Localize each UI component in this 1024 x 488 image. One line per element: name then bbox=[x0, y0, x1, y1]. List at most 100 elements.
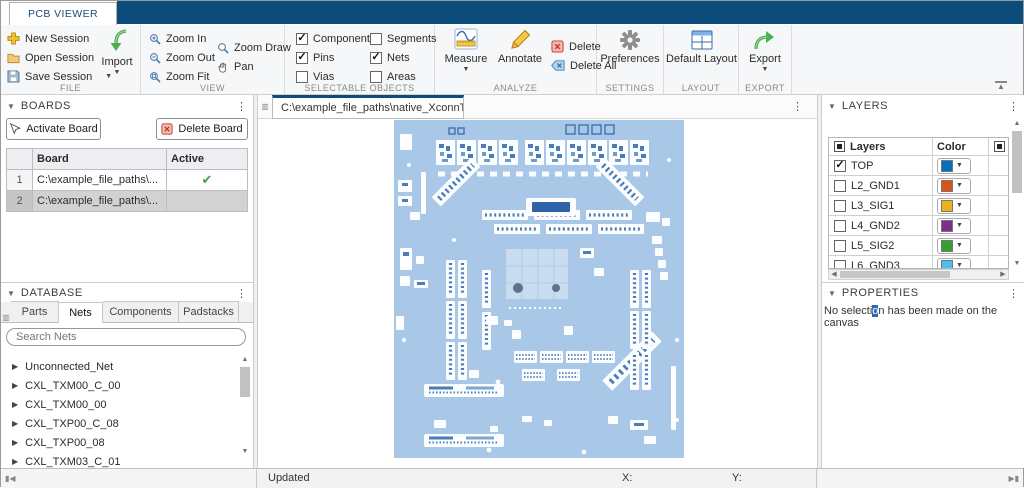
tab-components[interactable]: Components bbox=[103, 301, 179, 322]
canvas-menu-icon[interactable]: ⋮ bbox=[792, 100, 803, 113]
collapse-chevron-icon[interactable]: ▼ bbox=[828, 102, 836, 111]
tab-parts[interactable]: Parts bbox=[11, 301, 59, 322]
layers-menu-icon[interactable]: ⋮ bbox=[1008, 100, 1019, 113]
board-row-2[interactable]: 2 C:\example_file_paths\... bbox=[7, 191, 248, 212]
expand-arrow-icon[interactable]: ▶ bbox=[12, 381, 18, 390]
layers-vscrollbar[interactable]: ▲ ▼ bbox=[1011, 119, 1023, 269]
layer-color-dropdown[interactable]: ▼ bbox=[937, 158, 971, 174]
net-tree-item[interactable]: ▶CXL_TXP00_C_08 bbox=[1, 414, 239, 433]
tab-document[interactable]: C:\example_file_paths\native_XconnTitan bbox=[272, 95, 464, 119]
layer-color-dropdown[interactable]: ▼ bbox=[937, 178, 971, 194]
scroll-left-icon[interactable]: ◀ bbox=[829, 270, 839, 279]
collapse-chevron-icon[interactable]: ▼ bbox=[7, 102, 15, 111]
expand-arrow-icon[interactable]: ▶ bbox=[12, 400, 18, 409]
layer-row-top[interactable]: TOP ▼ bbox=[829, 156, 1008, 176]
scrollbar-thumb[interactable] bbox=[240, 367, 250, 397]
properties-menu-icon[interactable]: ⋮ bbox=[1008, 287, 1019, 300]
checkbox-pins[interactable]: Pins bbox=[296, 48, 375, 67]
layer-color-dropdown[interactable]: ▼ bbox=[937, 218, 971, 234]
scroll-up-icon[interactable]: ▲ bbox=[1011, 119, 1023, 129]
database-panel-title: DATABASE bbox=[21, 287, 83, 299]
layer-color-dropdown[interactable]: ▼ bbox=[937, 258, 971, 270]
layer-row-l6-gnd3[interactable]: L6_GND3 ▼ bbox=[829, 256, 1008, 269]
layer-row-l2-gnd1[interactable]: L2_GND1 ▼ bbox=[829, 176, 1008, 196]
color-swatch bbox=[941, 160, 953, 172]
layer-visible-checkbox[interactable] bbox=[834, 260, 846, 270]
tab-nets[interactable]: Nets bbox=[59, 302, 103, 323]
net-tree-item[interactable]: ▶Unconnected_Net bbox=[1, 357, 239, 376]
import-button[interactable]: Import ▼ bbox=[97, 29, 137, 76]
ribbon-section-view: Zoom In Zoom Out Zoom Fit Zoom Draw bbox=[141, 25, 285, 94]
layer-visible-checkbox[interactable] bbox=[834, 180, 846, 192]
board-path-cell[interactable]: C:\example_file_paths\... bbox=[33, 170, 167, 191]
vias-checkbox[interactable] bbox=[296, 71, 308, 83]
search-nets-input[interactable] bbox=[6, 328, 246, 346]
expand-arrow-icon[interactable]: ▶ bbox=[12, 438, 18, 447]
left-hscrollbar[interactable]: ▮◀ bbox=[1, 469, 257, 488]
scroll-to-end-icon[interactable]: ▶▮ bbox=[1008, 474, 1019, 483]
components-checkbox[interactable] bbox=[296, 33, 308, 45]
expand-arrow-icon[interactable]: ▶ bbox=[12, 362, 18, 371]
export-button[interactable]: Export ▼ bbox=[743, 28, 787, 73]
tab-overflow-icon[interactable]: ▥ bbox=[260, 102, 270, 111]
scroll-down-icon[interactable]: ▼ bbox=[239, 447, 251, 457]
select-all-layers-checkbox[interactable] bbox=[834, 141, 845, 152]
nets-checkbox[interactable] bbox=[370, 52, 382, 64]
layer-visible-checkbox[interactable] bbox=[834, 220, 846, 232]
column-checkbox[interactable] bbox=[994, 141, 1005, 152]
zoom-draw-button[interactable]: Zoom Draw bbox=[217, 38, 291, 57]
default-layout-button[interactable]: Default Layout bbox=[665, 28, 738, 65]
new-session-plus-icon bbox=[7, 32, 20, 45]
scroll-right-icon[interactable]: ▶ bbox=[998, 270, 1008, 279]
expand-arrow-icon[interactable]: ▶ bbox=[12, 457, 18, 466]
scroll-up-icon[interactable]: ▲ bbox=[239, 355, 251, 365]
layer-row-l5-sig2[interactable]: L5_SIG2 ▼ bbox=[829, 236, 1008, 256]
layers-hscrollbar[interactable]: ◀ ▶ bbox=[828, 269, 1009, 280]
board-path-cell[interactable]: C:\example_file_paths\... bbox=[33, 191, 167, 212]
boards-column-active[interactable]: Active bbox=[167, 149, 248, 170]
net-tree-item[interactable]: ▶CXL_TXM00_C_00 bbox=[1, 376, 239, 395]
checkbox-nets[interactable]: Nets bbox=[370, 48, 437, 67]
tab-padstacks[interactable]: Padstacks bbox=[179, 301, 239, 322]
scroll-down-icon[interactable]: ▼ bbox=[1011, 259, 1023, 269]
pins-checkbox[interactable] bbox=[296, 52, 308, 64]
areas-checkbox[interactable] bbox=[370, 71, 382, 83]
right-hscrollbar[interactable]: ▶▮ bbox=[818, 469, 1023, 488]
scrollbar-thumb[interactable] bbox=[840, 271, 950, 278]
pcb-board-image[interactable] bbox=[394, 120, 684, 458]
zoom-out-button[interactable]: Zoom Out bbox=[149, 48, 215, 67]
layer-row-l3-sig1[interactable]: L3_SIG1 ▼ bbox=[829, 196, 1008, 216]
segments-checkbox[interactable] bbox=[370, 33, 382, 45]
scroll-to-start-icon[interactable]: ▮◀ bbox=[5, 474, 16, 483]
preferences-button[interactable]: Preferences bbox=[600, 28, 660, 65]
expand-arrow-icon[interactable]: ▶ bbox=[12, 419, 18, 428]
pan-button[interactable]: Pan bbox=[217, 57, 291, 76]
database-menu-icon[interactable]: ⋮ bbox=[236, 287, 247, 300]
minimize-ribbon-icon[interactable]: ▲ bbox=[995, 81, 1007, 90]
zoom-in-button[interactable]: Zoom In bbox=[149, 29, 215, 48]
board-row-1[interactable]: 1 C:\example_file_paths\... bbox=[7, 170, 248, 191]
scrollbar-thumb[interactable] bbox=[1012, 131, 1022, 193]
tab-overflow-icon[interactable]: ▥ bbox=[1, 313, 11, 322]
collapse-chevron-icon[interactable]: ▼ bbox=[7, 289, 15, 298]
annotate-button[interactable]: Annotate bbox=[493, 28, 547, 65]
boards-menu-icon[interactable]: ⋮ bbox=[236, 100, 247, 113]
net-tree-item[interactable]: ▶CXL_TXP00_08 bbox=[1, 433, 239, 452]
boards-column-board[interactable]: Board bbox=[33, 149, 167, 170]
net-tree-item[interactable]: ▶CXL_TXM00_00 bbox=[1, 395, 239, 414]
activate-board-button[interactable]: Activate Board bbox=[6, 118, 101, 140]
checkbox-segments[interactable]: Segments bbox=[370, 29, 437, 48]
layer-color-dropdown[interactable]: ▼ bbox=[937, 198, 971, 214]
layer-visible-checkbox[interactable] bbox=[834, 240, 846, 252]
layer-visible-checkbox[interactable] bbox=[834, 160, 846, 172]
delete-board-button[interactable]: Delete Board bbox=[156, 118, 248, 140]
measure-button[interactable]: Measure ▼ bbox=[441, 28, 491, 73]
tab-pcb-viewer[interactable]: PCB VIEWER bbox=[9, 2, 117, 25]
layer-color-dropdown[interactable]: ▼ bbox=[937, 238, 971, 254]
nets-scrollbar[interactable]: ▲ ▼ bbox=[239, 355, 251, 467]
layer-visible-checkbox[interactable] bbox=[834, 200, 846, 212]
layer-row-l4-gnd2[interactable]: L4_GND2 ▼ bbox=[829, 216, 1008, 236]
pcb-canvas[interactable] bbox=[258, 119, 817, 468]
checkbox-components[interactable]: Components bbox=[296, 29, 375, 48]
collapse-chevron-icon[interactable]: ▼ bbox=[828, 289, 836, 298]
